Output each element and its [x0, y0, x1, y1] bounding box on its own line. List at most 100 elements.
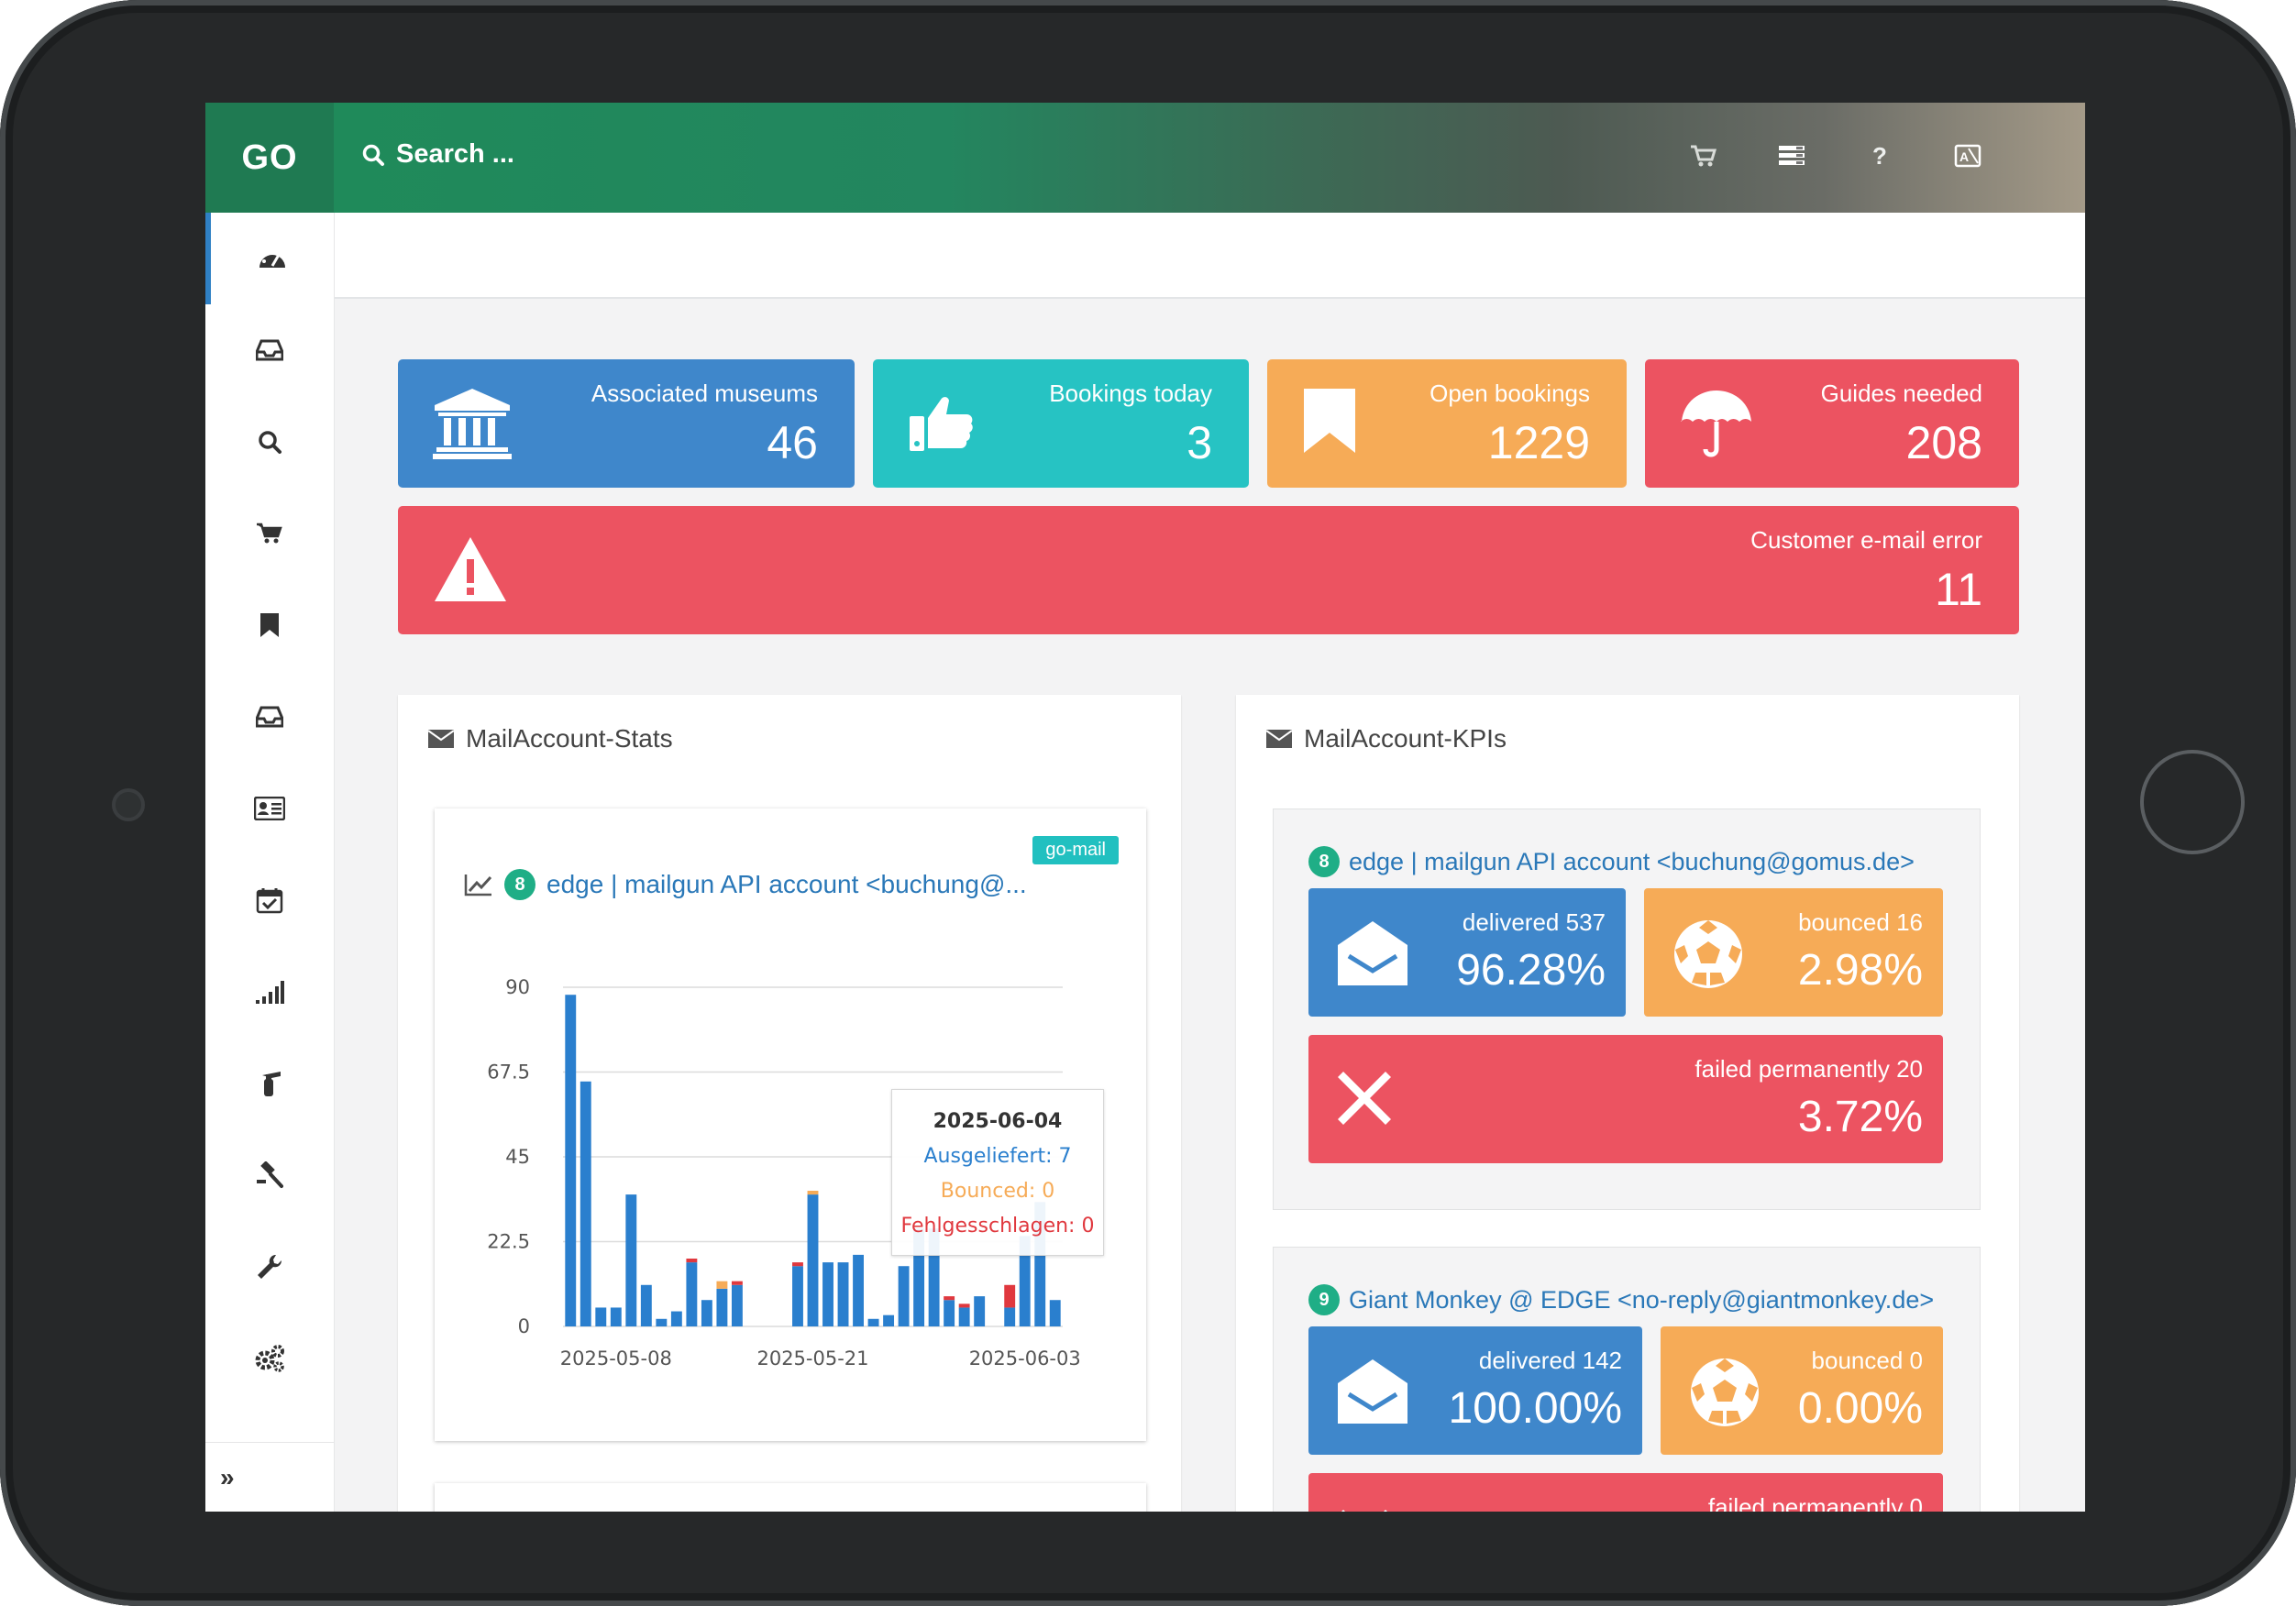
bar-ausgeliefert[interactable]: [640, 1284, 652, 1326]
bookmark-icon: [260, 613, 279, 637]
stat-value: 1229: [1487, 417, 1590, 468]
sidebar-item-cart[interactable]: [205, 488, 334, 579]
inbox-icon: [256, 706, 283, 728]
account-number-badge: 9: [1308, 1284, 1340, 1315]
inbox-icon: [256, 339, 283, 361]
search-icon: [259, 431, 281, 454]
bar-ausgeliefert[interactable]: [867, 1318, 879, 1326]
stat-value: 208: [1905, 417, 1982, 468]
panel-title-text: MailAccount-KPIs: [1304, 724, 1507, 753]
soccer-ball-icon: [1672, 918, 1745, 996]
language-icon[interactable]: A: [1951, 139, 1984, 172]
bar-ausgeliefert[interactable]: [565, 995, 577, 1326]
envelope-icon: [1265, 730, 1293, 748]
bar-bounced[interactable]: [807, 1191, 819, 1195]
sidebar-item-auction[interactable]: [205, 1129, 334, 1221]
chart-tooltip: 2025-06-04 Ausgeliefert: 7 Bounced: 0 Fe…: [891, 1089, 1104, 1256]
app-screen: GO Search ... ? A » Associated museums 4…: [205, 103, 2085, 1512]
bar-ausgeliefert[interactable]: [625, 1194, 637, 1326]
mail-kpis-panel: MailAccount-KPIs 8 edge | mailgun API ac…: [1236, 695, 2019, 1512]
bar-ausgeliefert[interactable]: [958, 1307, 970, 1326]
kpi-label: failed permanently 0: [1707, 1493, 1923, 1512]
sidebar-item-dashboard[interactable]: [205, 213, 334, 304]
bar-fehlgesschlagen[interactable]: [792, 1262, 803, 1267]
wrench-icon: [258, 1254, 282, 1279]
bar-ausgeliefert[interactable]: [807, 1194, 819, 1326]
sidebar-item-inbox[interactable]: [205, 304, 334, 396]
bar-ausgeliefert[interactable]: [580, 1081, 591, 1326]
bar-ausgeliefert[interactable]: [595, 1307, 607, 1326]
bar-fehlgesschlagen[interactable]: [731, 1281, 743, 1285]
bar-fehlgesschlagen[interactable]: [686, 1259, 698, 1263]
warning-icon: [433, 535, 508, 610]
kpi-delivered-tile[interactable]: delivered 537 96.28%: [1308, 888, 1626, 1017]
kpi-delivered-tile[interactable]: delivered 142 100.00%: [1308, 1326, 1642, 1455]
stat-tile-email-error[interactable]: Customer e-mail error 11: [398, 506, 2019, 634]
bar-ausgeliefert[interactable]: [656, 1318, 668, 1326]
bar-fehlgesschlagen[interactable]: [958, 1304, 970, 1308]
bar-ausgeliefert[interactable]: [1004, 1307, 1016, 1326]
panel-title-text: MailAccount-Stats: [466, 724, 673, 753]
search-placeholder: Search ...: [396, 139, 514, 169]
help-icon[interactable]: ?: [1863, 139, 1896, 172]
envelope-icon: [427, 730, 455, 748]
bar-ausgeliefert[interactable]: [944, 1300, 955, 1326]
bar-ausgeliefert[interactable]: [837, 1262, 849, 1326]
sidebar-item-search[interactable]: [205, 396, 334, 488]
sidebar-item-safety[interactable]: [205, 1038, 334, 1129]
bar-bounced[interactable]: [716, 1281, 728, 1289]
bar-ausgeliefert[interactable]: [974, 1296, 986, 1326]
sidebar-expand-toggle[interactable]: »: [205, 1442, 334, 1512]
x-tick-label: 2025-05-21: [756, 1348, 868, 1370]
kpi-value: 100.00%: [1448, 1384, 1623, 1433]
bar-ausgeliefert[interactable]: [610, 1307, 622, 1326]
stat-tile-museums[interactable]: Associated museums 46: [398, 359, 855, 488]
sidebar-item-calendar[interactable]: [205, 854, 334, 946]
stat-tile-bookings-today[interactable]: Bookings today 3: [873, 359, 1249, 488]
bar-ausgeliefert[interactable]: [853, 1254, 864, 1326]
bar-fehlgesschlagen[interactable]: [1004, 1284, 1016, 1308]
bar-ausgeliefert[interactable]: [701, 1300, 712, 1326]
bar-ausgeliefert[interactable]: [792, 1266, 803, 1326]
cart-icon: [257, 522, 282, 544]
sidebar-item-contacts[interactable]: [205, 763, 334, 854]
search-box[interactable]: Search ...: [361, 139, 514, 170]
stat-tile-open-bookings[interactable]: Open bookings 1229: [1267, 359, 1627, 488]
kpi-account-header[interactable]: 9 Giant Monkey @ EDGE <no-reply@giantmon…: [1308, 1284, 1934, 1315]
sidebar-item-statistics[interactable]: [205, 946, 334, 1038]
stat-tile-guides-needed[interactable]: Guides needed 208: [1645, 359, 2019, 488]
x-tick-label: 2025-06-03: [969, 1348, 1081, 1370]
stat-value: 3: [1187, 417, 1212, 468]
bar-ausgeliefert[interactable]: [1049, 1300, 1061, 1326]
kpi-bounced-tile[interactable]: bounced 0 0.00%: [1661, 1326, 1943, 1455]
calendar-check-icon: [256, 888, 283, 914]
y-tick-label: 45: [505, 1146, 530, 1168]
kpi-label: delivered 537: [1462, 908, 1606, 936]
bar-ausgeliefert[interactable]: [686, 1262, 698, 1326]
panel-title: MailAccount-KPIs: [1265, 724, 1507, 754]
bar-ausgeliefert[interactable]: [716, 1288, 728, 1326]
bar-ausgeliefert[interactable]: [898, 1266, 910, 1326]
bar-ausgeliefert[interactable]: [822, 1262, 833, 1326]
bar-ausgeliefert[interactable]: [883, 1314, 895, 1326]
svg-text:A: A: [1959, 149, 1969, 164]
sidebar-item-bookmark[interactable]: [205, 579, 334, 671]
kpi-failed-tile[interactable]: failed permanently 20 3.72%: [1308, 1035, 1943, 1163]
bar-fehlgesschlagen[interactable]: [944, 1296, 955, 1301]
sidebar-item-settings[interactable]: [205, 1313, 334, 1404]
kpi-failed-tile[interactable]: failed permanently 0: [1308, 1473, 1943, 1512]
bar-ausgeliefert[interactable]: [731, 1284, 743, 1326]
stat-label: Customer e-mail error: [1750, 526, 1982, 554]
tablet-home-button: [2140, 750, 2245, 854]
sidebar-item-inbox-2[interactable]: [205, 671, 334, 763]
kpi-account-header[interactable]: 8 edge | mailgun API account <buchung@go…: [1308, 846, 1915, 877]
cart-icon[interactable]: [1687, 139, 1720, 172]
kpi-bounced-tile[interactable]: bounced 16 2.98%: [1644, 888, 1943, 1017]
topbar-icons: ? A: [1687, 139, 1984, 172]
kpi-account-block: 8 edge | mailgun API account <buchung@go…: [1273, 808, 1981, 1210]
stat-label: Guides needed: [1820, 380, 1982, 407]
bar-ausgeliefert[interactable]: [670, 1311, 682, 1326]
list-icon[interactable]: [1775, 139, 1808, 172]
sidebar-item-tools[interactable]: [205, 1221, 334, 1313]
app-logo[interactable]: GO: [205, 103, 334, 213]
